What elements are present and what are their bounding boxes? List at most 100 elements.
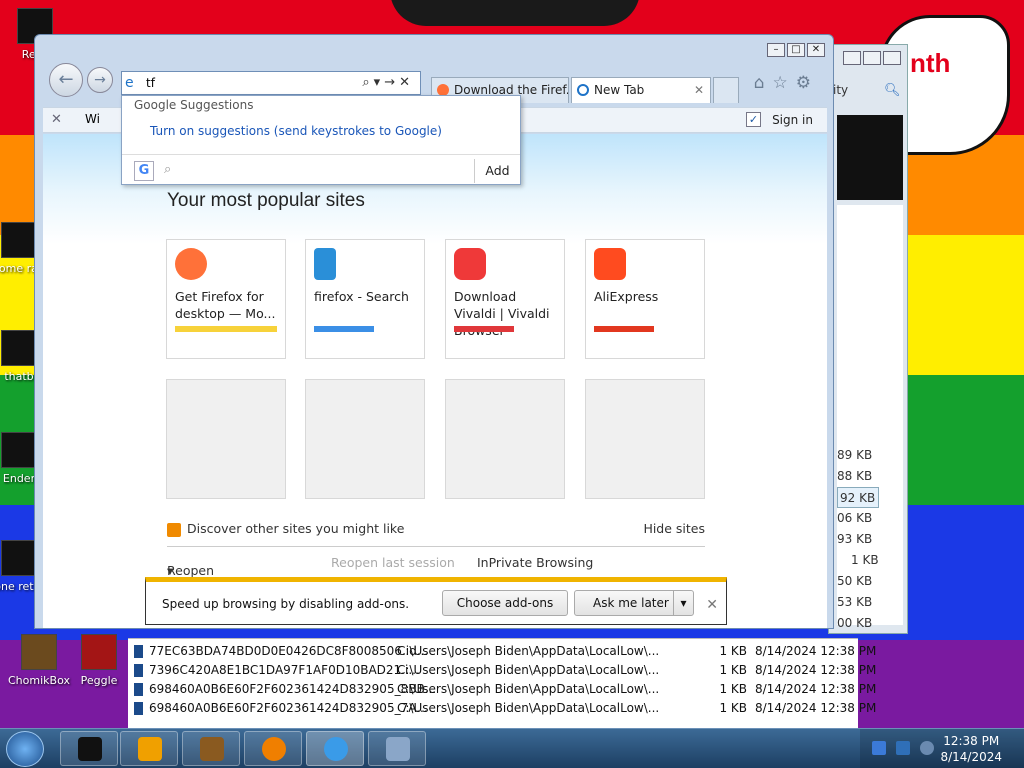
- taskbar-item-explorer[interactable]: [60, 731, 118, 766]
- tile-empty[interactable]: [305, 379, 425, 499]
- tile-color-bar: [175, 326, 277, 332]
- browser-window[interactable]: – □ ✕ ← → e tf ⌕▾→✕ Download the Firef..…: [34, 34, 834, 629]
- system-tray: 12:38 PM 8/14/2024: [860, 729, 1024, 768]
- search-icon[interactable]: ⌕: [362, 75, 373, 90]
- choose-addons-button[interactable]: Choose add-ons: [442, 590, 568, 616]
- go-arrow-icon[interactable]: →: [384, 75, 399, 90]
- new-tab-page: Your most popular sites Get Firefox for …: [43, 134, 827, 628]
- tile-empty[interactable]: [585, 379, 705, 499]
- arrow-left-icon: ←: [58, 69, 74, 90]
- tab-new-tab[interactable]: New Tab ✕: [571, 77, 711, 103]
- ie-logo-icon: [324, 737, 348, 761]
- tile-empty[interactable]: [166, 379, 286, 499]
- discover-row: Discover other sites you might like Hide…: [167, 521, 705, 537]
- start-button[interactable]: [6, 731, 44, 767]
- search-icon[interactable]: ⌕: [164, 162, 171, 177]
- minimize-button[interactable]: –: [767, 43, 785, 57]
- size-value: 00 KB: [837, 616, 873, 630]
- wallpaper-text: nth: [910, 48, 951, 78]
- close-tab-icon[interactable]: ✕: [694, 78, 704, 102]
- desktop-icon-peggle[interactable]: Peggle: [74, 634, 124, 687]
- favorites-item[interactable]: Wi: [85, 112, 100, 126]
- suggestions-dropdown: Google Suggestions Turn on suggestions (…: [121, 95, 521, 185]
- taskbar-item-search[interactable]: [244, 731, 302, 766]
- close-icon[interactable]: ✕: [399, 75, 414, 90]
- tile-color-bar: [594, 326, 654, 332]
- tile-title: AliExpress: [594, 289, 659, 304]
- discover-link[interactable]: Discover other sites you might like: [187, 521, 404, 536]
- file-size: 1 KB: [719, 663, 747, 677]
- close-icon[interactable]: ✕: [51, 112, 62, 127]
- address-bar[interactable]: e tf ⌕▾→✕: [121, 71, 421, 95]
- taskbar-item-media[interactable]: [120, 731, 178, 766]
- taskbar-item-ie[interactable]: [306, 731, 364, 766]
- tile-download-vivaldi[interactable]: Download Vivaldi | Vivaldi Browser: [445, 239, 565, 359]
- clock[interactable]: 12:38 PM 8/14/2024: [940, 733, 1002, 765]
- tile-aliexpress[interactable]: AliExpress: [585, 239, 705, 359]
- turn-on-suggestions-link[interactable]: Turn on suggestions (send keystrokes to …: [150, 124, 442, 138]
- chevron-down-icon[interactable]: ▾: [374, 75, 385, 90]
- tile-firefox-search[interactable]: firefox - Search: [305, 239, 425, 359]
- sign-in-link[interactable]: Sign in: [772, 113, 813, 127]
- network-icon[interactable]: [896, 741, 910, 755]
- file-name: 7396C420A8E1BC1DA97F1AF0D10BAD21.i...: [149, 663, 420, 677]
- search-icon[interactable]: 🔍︎: [884, 83, 901, 98]
- address-input[interactable]: tf: [146, 76, 155, 90]
- lightbulb-icon: [167, 522, 181, 537]
- minimize-button[interactable]: [843, 51, 861, 65]
- preview-area: [837, 115, 903, 200]
- size-value: 50 KB: [837, 574, 873, 588]
- hide-sites-link[interactable]: Hide sites: [643, 521, 705, 536]
- file-name: 77EC63BDA74BD0D0E0426DC8F8008506.id...: [149, 644, 429, 658]
- hamster-icon: [21, 634, 57, 670]
- table-row[interactable]: 698460A0B6E60F2F602361424D832905_7A...C:…: [128, 699, 876, 718]
- file-size: 1 KB: [719, 644, 747, 658]
- home-icon[interactable]: ⌂: [754, 73, 773, 93]
- ie-logo-icon: e: [125, 75, 134, 91]
- chevron-down-icon: ▾: [167, 563, 174, 578]
- new-tab-button[interactable]: [713, 77, 739, 103]
- tile-empty[interactable]: [445, 379, 565, 499]
- file-icon: [1, 330, 37, 366]
- volume-icon[interactable]: [920, 741, 934, 755]
- tile-get-firefox[interactable]: Get Firefox for desktop — Mo...: [166, 239, 286, 359]
- inprivate-browsing-link[interactable]: InPrivate Browsing: [477, 555, 593, 570]
- gear-icon[interactable]: ⚙: [796, 73, 819, 93]
- file-path: C:\Users\Joseph Biden\AppData\LocalLow\.…: [397, 682, 660, 696]
- close-icon[interactable]: ✕: [706, 597, 718, 613]
- ask-me-later-button[interactable]: Ask me later ▾: [574, 590, 694, 616]
- maximize-button[interactable]: □: [787, 43, 805, 57]
- taskbar-item-chomikbox[interactable]: [182, 731, 240, 766]
- chevron-down-icon[interactable]: ▾: [673, 591, 693, 615]
- checkbox-icon[interactable]: ✓: [746, 112, 761, 127]
- background-window[interactable]: ity 🔍︎ 89 KB 88 KB 92 KB 06 KB 93 KB 1 K…: [828, 44, 908, 634]
- taskbar: 12:38 PM 8/14/2024: [0, 728, 1024, 768]
- table-row[interactable]: 77EC63BDA74BD0D0E0426DC8F8008506.id...C:…: [128, 642, 876, 661]
- bing-logo-icon: [314, 248, 336, 280]
- maximize-button[interactable]: [863, 51, 881, 65]
- media-player-icon: [138, 737, 162, 761]
- computer-icon: [386, 737, 410, 761]
- file-path: C:\Users\Joseph Biden\AppData\LocalLow\.…: [397, 663, 660, 677]
- file-list[interactable]: 77EC63BDA74BD0D0E0426DC8F8008506.id... C:…: [128, 638, 876, 728]
- toolbar-icons: ⌂☆⚙: [754, 73, 819, 93]
- suggestions-header: Google Suggestions: [134, 98, 254, 112]
- table-row[interactable]: 7396C420A8E1BC1DA97F1AF0D10BAD21.i...C:\…: [128, 661, 877, 680]
- taskbar-item-network[interactable]: [368, 731, 426, 766]
- star-icon[interactable]: ☆: [773, 73, 796, 93]
- size-value: 53 KB: [837, 595, 873, 609]
- desktop-icon-label: Peggle: [80, 674, 118, 687]
- shield-icon[interactable]: [872, 741, 886, 755]
- table-row[interactable]: 698460A0B6E60F2F602361424D832905_8BB...C…: [128, 680, 876, 699]
- close-button[interactable]: [883, 51, 901, 65]
- back-button[interactable]: ←: [49, 63, 83, 97]
- vivaldi-logo-icon: [454, 248, 486, 280]
- add-provider-button[interactable]: Add: [474, 159, 520, 183]
- forward-button[interactable]: →: [87, 67, 113, 93]
- desktop-icon-chomikbox[interactable]: ChomikBox: [4, 634, 74, 687]
- file-date: 8/14/2024 12:38 PM: [755, 663, 877, 677]
- google-provider-icon[interactable]: G: [134, 161, 154, 181]
- partial-text: ity: [833, 83, 849, 97]
- close-button[interactable]: ✕: [807, 43, 825, 57]
- size-value: 92 KB: [837, 487, 879, 508]
